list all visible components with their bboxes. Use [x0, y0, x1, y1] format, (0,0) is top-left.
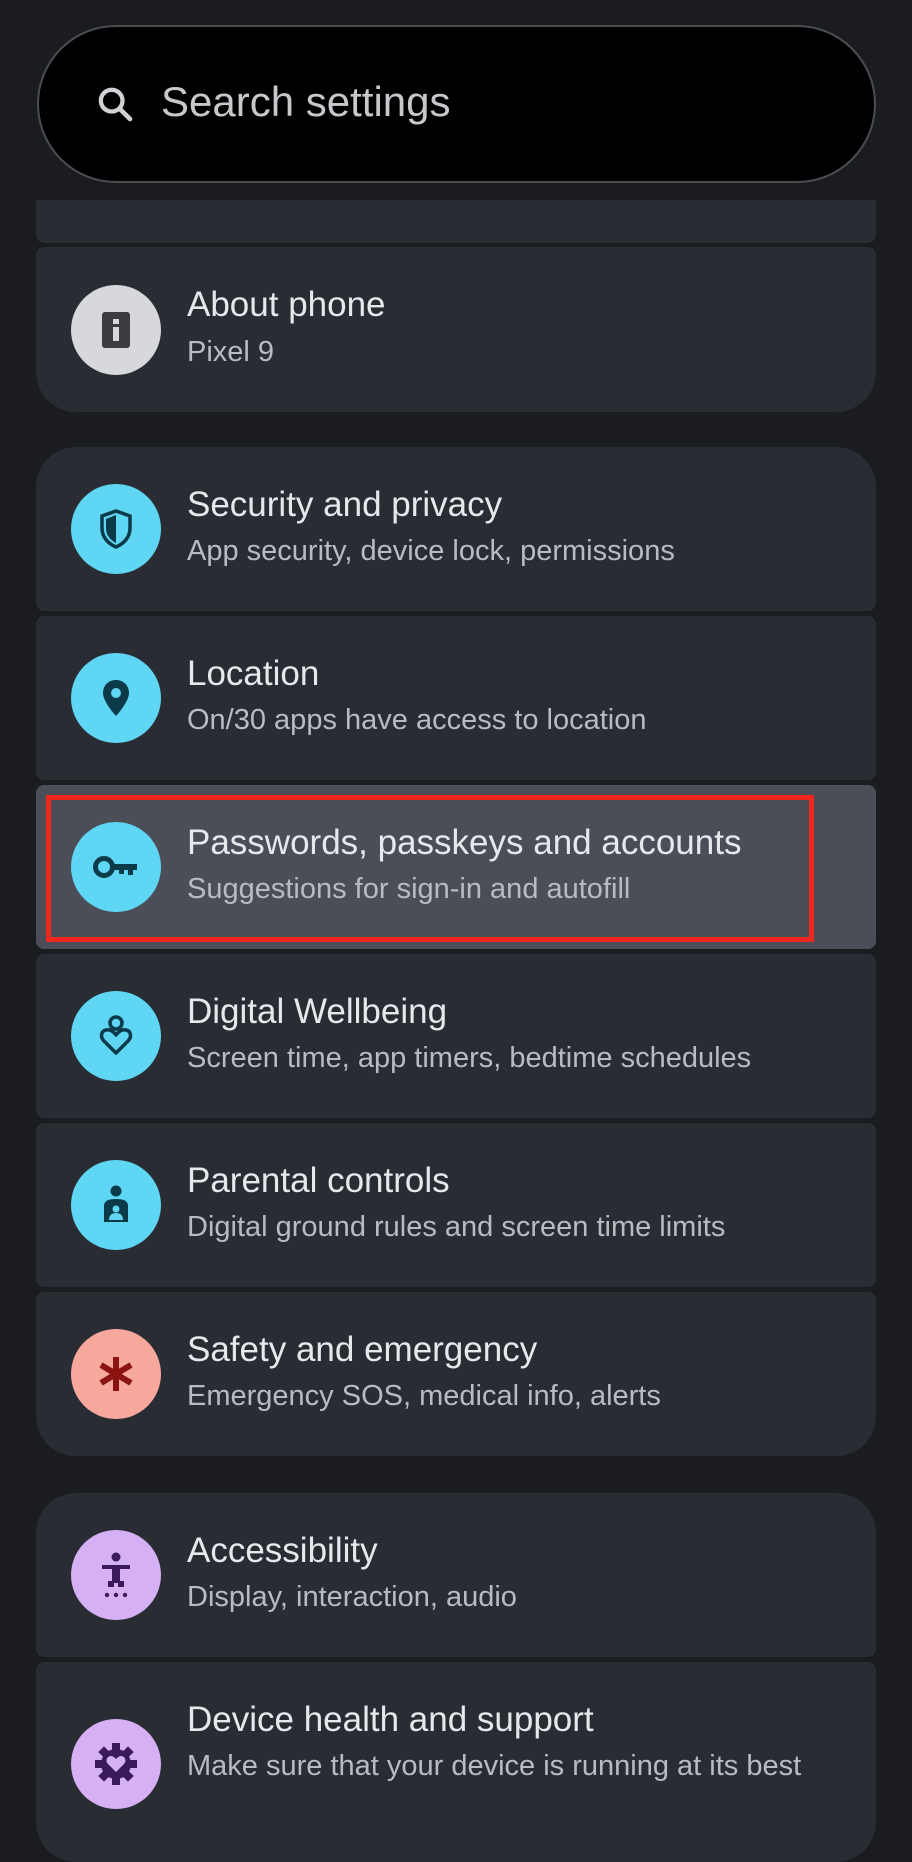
setting-item-safety-emergency[interactable]: Safety and emergency Emergency SOS, medi… — [36, 1292, 876, 1456]
setting-item-about-phone[interactable]: About phone Pixel 9 — [36, 247, 876, 412]
item-title: Safety and emergency — [187, 1330, 538, 1369]
item-subtitle: App security, device lock, permissions — [187, 535, 675, 567]
item-title: Parental controls — [187, 1161, 450, 1200]
item-subtitle: Emergency SOS, medical info, alerts — [187, 1380, 661, 1412]
item-subtitle: Pixel 9 — [187, 336, 275, 368]
item-title: Location — [187, 654, 320, 693]
setting-item-location[interactable]: Location On/30 apps have access to locat… — [36, 616, 876, 780]
search-placeholder: Search settings — [161, 78, 451, 125]
item-title: Passwords, passkeys and accounts — [187, 823, 742, 862]
item-subtitle: Suggestions for sign-in and autofill — [187, 873, 631, 905]
item-subtitle: On/30 apps have access to location — [187, 704, 647, 736]
wellbeing-icon — [71, 991, 161, 1081]
gear-heart-icon — [71, 1719, 161, 1809]
search-header: Search settings — [0, 0, 912, 200]
item-title: Digital Wellbeing — [187, 992, 448, 1031]
item-title: Security and privacy — [187, 485, 503, 524]
setting-item-parental-controls[interactable]: Parental controls Digital ground rules a… — [36, 1123, 876, 1287]
key-icon — [71, 822, 161, 912]
setting-item-security-privacy[interactable]: Security and privacy App security, devic… — [36, 447, 876, 611]
item-subtitle: Display, interaction, audio — [187, 1581, 517, 1613]
shield-icon — [71, 484, 161, 574]
accessibility-icon — [71, 1530, 161, 1620]
location-pin-icon — [71, 653, 161, 743]
item-subtitle: Digital ground rules and screen time lim… — [187, 1211, 726, 1243]
phone-info-icon — [71, 285, 161, 375]
item-title: Device health and support — [187, 1700, 594, 1739]
search-icon — [98, 87, 133, 122]
setting-item-device-health[interactable]: Device health and support Make sure that… — [36, 1662, 876, 1862]
setting-item-accessibility[interactable]: Accessibility Display, interaction, audi… — [36, 1493, 876, 1657]
item-title: Accessibility — [187, 1531, 378, 1570]
item-subtitle: Screen time, app timers, bedtime schedul… — [187, 1042, 752, 1074]
setting-item-passwords-accounts[interactable]: Passwords, passkeys and accounts Suggest… — [36, 785, 876, 949]
parental-icon — [71, 1160, 161, 1250]
search-bar[interactable]: Search settings — [37, 25, 876, 183]
item-title: About phone — [187, 285, 386, 324]
setting-item-digital-wellbeing[interactable]: Digital Wellbeing Screen time, app timer… — [36, 954, 876, 1118]
item-subtitle: Make sure that your device is running at… — [187, 1750, 802, 1782]
asterisk-icon — [71, 1329, 161, 1419]
